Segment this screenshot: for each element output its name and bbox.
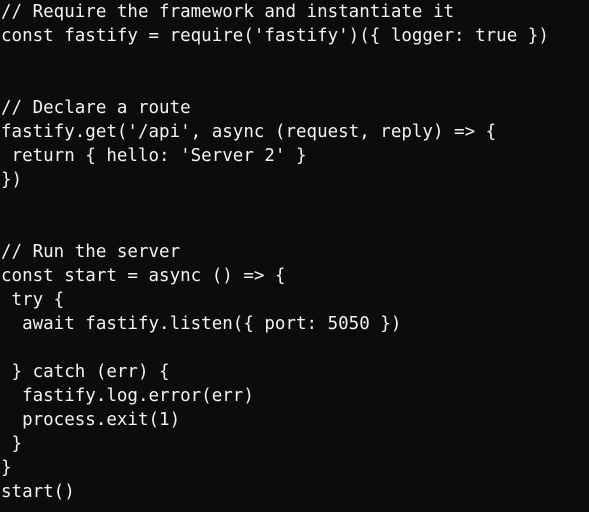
code-line-16: } catch (err) { <box>1 362 170 382</box>
code-line-21: start() <box>1 482 75 502</box>
code-line-11: // Run the server <box>1 242 181 262</box>
code-line-17: fastify.log.error(err) <box>1 386 254 406</box>
code-line-14: await fastify.listen({ port: 5050 }) <box>1 314 402 334</box>
code-line-6: fastify.get('/api', async (request, repl… <box>1 122 497 142</box>
terminal-window[interactable]: // Require the framework and instantiate… <box>0 0 589 512</box>
code-line-2: const fastify = require('fastify')({ log… <box>1 26 549 46</box>
code-line-5: // Declare a route <box>1 98 191 118</box>
code-line-12: const start = async () => { <box>1 266 286 286</box>
code-line-7: return { hello: 'Server 2' } <box>1 146 307 166</box>
code-line-18: process.exit(1) <box>1 410 181 430</box>
code-line-8: }) <box>1 170 23 190</box>
code-line-20: } <box>1 458 12 478</box>
code-line-1: // Require the framework and instantiate… <box>1 2 455 22</box>
code-line-19: } <box>1 434 23 454</box>
code-line-13: try { <box>1 290 65 310</box>
